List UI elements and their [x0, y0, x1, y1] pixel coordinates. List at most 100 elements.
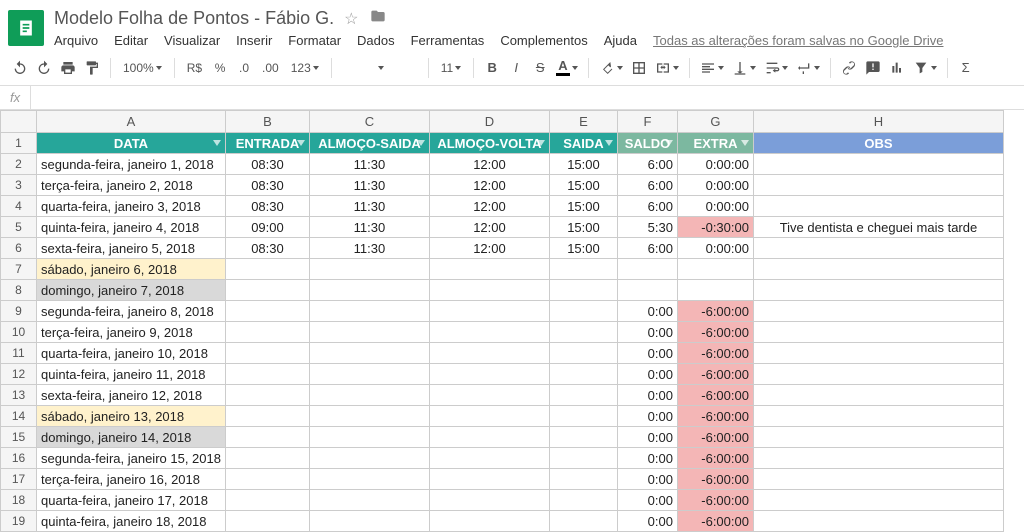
merge-cells-button[interactable]	[653, 56, 681, 80]
menu-complementos[interactable]: Complementos	[500, 33, 587, 48]
header-saldo[interactable]: SALDO	[617, 133, 677, 154]
header-saida[interactable]: SAIDA	[549, 133, 617, 154]
row-header[interactable]: 3	[1, 175, 37, 196]
cell-obs[interactable]: Tive dentista e cheguei mais tarde	[753, 217, 1003, 238]
cell-almoco-volta[interactable]	[429, 448, 549, 469]
cell-saida[interactable]	[549, 280, 617, 301]
col-header-a[interactable]: A	[37, 111, 226, 133]
col-header-h[interactable]: H	[753, 111, 1003, 133]
cell-data[interactable]: domingo, janeiro 7, 2018	[37, 280, 226, 301]
filter-icon[interactable]	[213, 140, 221, 146]
font-select[interactable]	[340, 56, 420, 80]
cell-data[interactable]: sexta-feira, janeiro 5, 2018	[37, 238, 226, 259]
cell-extra[interactable]: -6:00:00	[677, 469, 753, 490]
folder-icon[interactable]	[369, 8, 387, 29]
cell-almoco-saida[interactable]: 11:30	[309, 154, 429, 175]
decrease-decimal-button[interactable]: .0	[234, 56, 254, 80]
cell-entrada[interactable]: 09:00	[225, 217, 309, 238]
cell-data[interactable]: terça-feira, janeiro 16, 2018	[37, 469, 226, 490]
header-entrada[interactable]: ENTRADA	[225, 133, 309, 154]
cell-almoco-saida[interactable]: 11:30	[309, 175, 429, 196]
cell-almoco-volta[interactable]: 12:00	[429, 175, 549, 196]
col-header-b[interactable]: B	[225, 111, 309, 133]
cell-almoco-saida[interactable]	[309, 322, 429, 343]
cell-data[interactable]: quarta-feira, janeiro 10, 2018	[37, 343, 226, 364]
insert-link-button[interactable]	[839, 56, 859, 80]
cell-entrada[interactable]	[225, 322, 309, 343]
cell-data[interactable]: segunda-feira, janeiro 15, 2018	[37, 448, 226, 469]
horizontal-align-button[interactable]	[698, 56, 726, 80]
bold-button[interactable]: B	[482, 56, 502, 80]
cell-entrada[interactable]	[225, 427, 309, 448]
cell-saldo[interactable]: 0:00	[617, 448, 677, 469]
star-icon[interactable]: ☆	[344, 9, 358, 29]
filter-icon[interactable]	[605, 140, 613, 146]
cell-saldo[interactable]: 0:00	[617, 427, 677, 448]
cell-data[interactable]: sexta-feira, janeiro 12, 2018	[37, 385, 226, 406]
cell-saida[interactable]	[549, 259, 617, 280]
filter-icon[interactable]	[665, 140, 673, 146]
cell-obs[interactable]	[753, 448, 1003, 469]
filter-icon[interactable]	[741, 140, 749, 146]
header-almoco-saida[interactable]: ALMOÇO-SAIDA	[309, 133, 429, 154]
sheets-app-icon[interactable]	[8, 10, 44, 46]
cell-obs[interactable]	[753, 301, 1003, 322]
cell-data[interactable]: segunda-feira, janeiro 1, 2018	[37, 154, 226, 175]
cell-extra[interactable]: -6:00:00	[677, 406, 753, 427]
save-status[interactable]: Todas as alterações foram salvas no Goog…	[653, 33, 943, 48]
header-extra[interactable]: EXTRA	[677, 133, 753, 154]
cell-saldo[interactable]: 6:00	[617, 175, 677, 196]
cell-saldo[interactable]: 0:00	[617, 469, 677, 490]
vertical-align-button[interactable]	[730, 56, 758, 80]
cell-extra[interactable]: -6:00:00	[677, 511, 753, 532]
cell-data[interactable]: sábado, janeiro 6, 2018	[37, 259, 226, 280]
text-wrap-button[interactable]	[762, 56, 790, 80]
cell-almoco-volta[interactable]	[429, 322, 549, 343]
cell-extra[interactable]: -6:00:00	[677, 490, 753, 511]
col-header-c[interactable]: C	[309, 111, 429, 133]
cell-almoco-saida[interactable]: 11:30	[309, 196, 429, 217]
cell-entrada[interactable]	[225, 448, 309, 469]
cell-extra[interactable]: 0:00:00	[677, 154, 753, 175]
menu-inserir[interactable]: Inserir	[236, 33, 272, 48]
cell-saida[interactable]: 15:00	[549, 154, 617, 175]
cell-data[interactable]: terça-feira, janeiro 2, 2018	[37, 175, 226, 196]
insert-comment-button[interactable]	[863, 56, 883, 80]
col-header-g[interactable]: G	[677, 111, 753, 133]
cell-saida[interactable]: 15:00	[549, 217, 617, 238]
text-rotation-button[interactable]	[794, 56, 822, 80]
strikethrough-button[interactable]: S	[530, 56, 550, 80]
menu-formatar[interactable]: Formatar	[288, 33, 341, 48]
cell-saida[interactable]	[549, 364, 617, 385]
cell-obs[interactable]	[753, 427, 1003, 448]
cell-obs[interactable]	[753, 511, 1003, 532]
cell-data[interactable]: quarta-feira, janeiro 17, 2018	[37, 490, 226, 511]
row-header[interactable]: 6	[1, 238, 37, 259]
menu-arquivo[interactable]: Arquivo	[54, 33, 98, 48]
row-header[interactable]: 7	[1, 259, 37, 280]
cell-almoco-volta[interactable]	[429, 385, 549, 406]
cell-almoco-saida[interactable]	[309, 511, 429, 532]
cell-obs[interactable]	[753, 343, 1003, 364]
cell-entrada[interactable]	[225, 364, 309, 385]
cell-obs[interactable]	[753, 175, 1003, 196]
cell-extra[interactable]: 0:00:00	[677, 196, 753, 217]
undo-button[interactable]	[10, 56, 30, 80]
filter-icon[interactable]	[297, 140, 305, 146]
italic-button[interactable]: I	[506, 56, 526, 80]
cell-almoco-saida[interactable]	[309, 280, 429, 301]
filter-icon[interactable]	[417, 140, 425, 146]
row-header[interactable]: 8	[1, 280, 37, 301]
cell-entrada[interactable]	[225, 511, 309, 532]
cell-saida[interactable]: 15:00	[549, 238, 617, 259]
cell-entrada[interactable]	[225, 301, 309, 322]
cell-saldo[interactable]	[617, 280, 677, 301]
text-color-button[interactable]: A	[554, 56, 579, 80]
cell-entrada[interactable]	[225, 343, 309, 364]
increase-decimal-button[interactable]: .00	[258, 56, 283, 80]
cell-entrada[interactable]: 08:30	[225, 238, 309, 259]
cell-data[interactable]: segunda-feira, janeiro 8, 2018	[37, 301, 226, 322]
cell-almoco-volta[interactable]	[429, 259, 549, 280]
paint-format-button[interactable]	[82, 56, 102, 80]
cell-extra[interactable]: -6:00:00	[677, 448, 753, 469]
